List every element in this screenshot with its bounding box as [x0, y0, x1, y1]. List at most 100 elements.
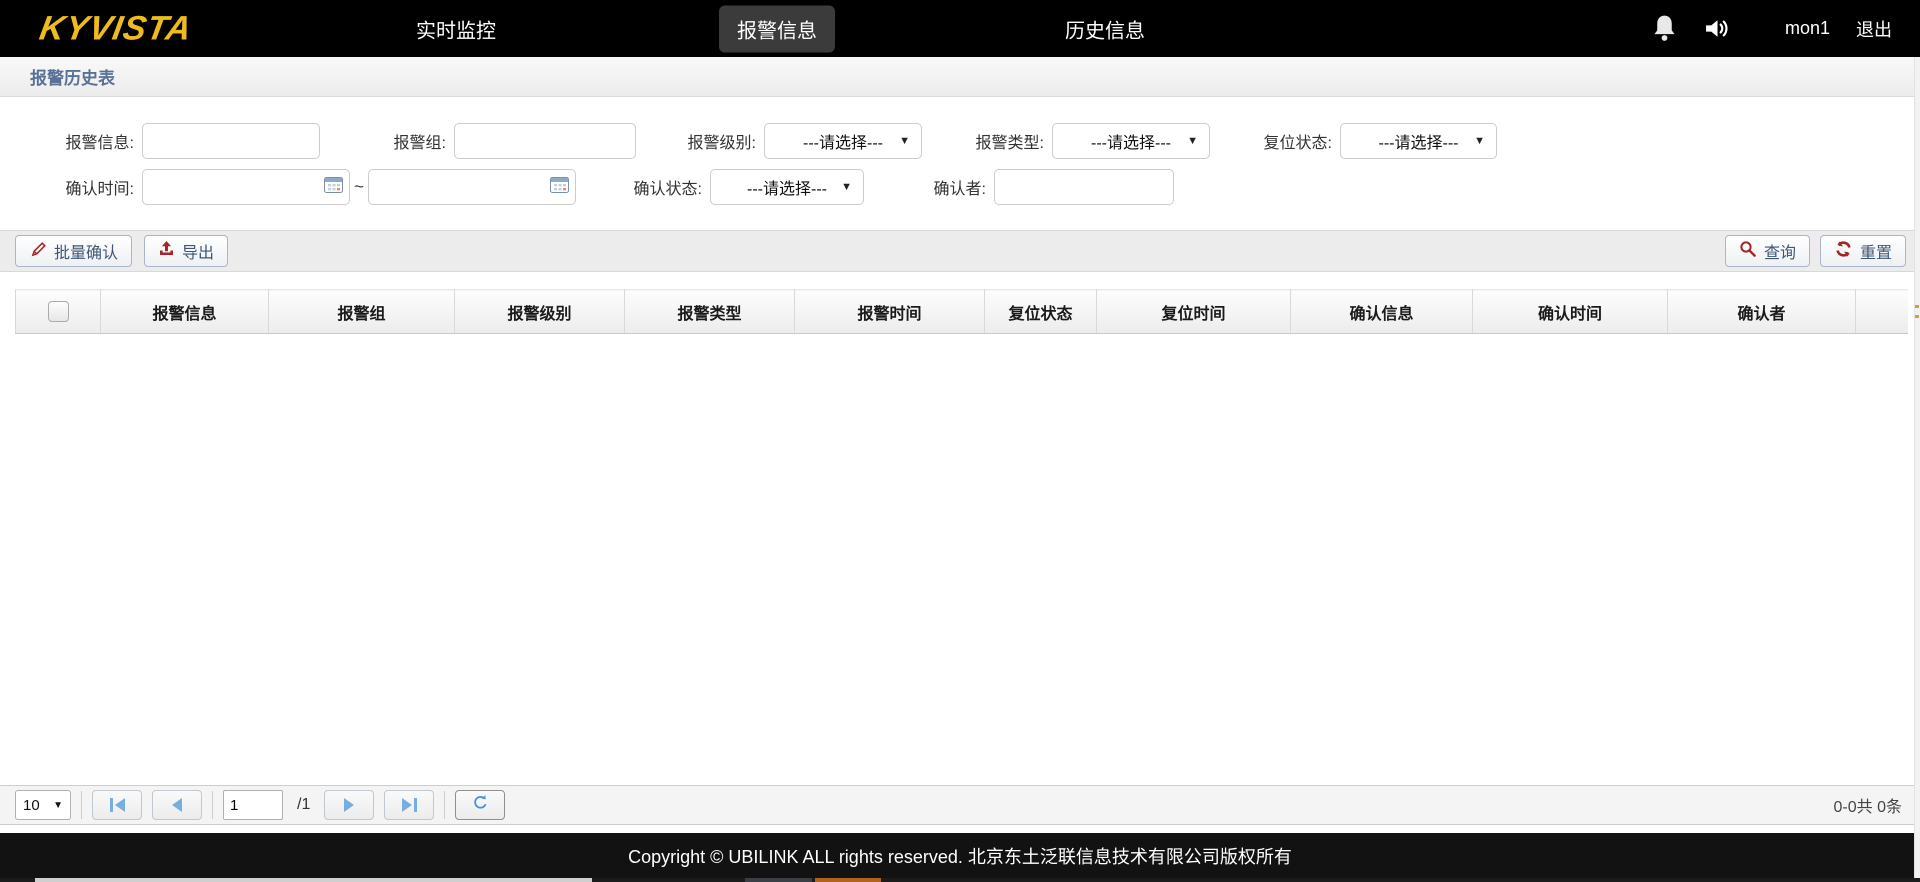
prev-page-button[interactable]: [152, 790, 202, 820]
nav-tab-alarm-info[interactable]: 报警信息: [719, 5, 835, 52]
next-page-icon: [344, 798, 354, 812]
alarm-type-label: 报警类型:: [966, 129, 1044, 153]
bell-icon[interactable]: [1651, 14, 1678, 43]
alarm-history-table: 报警信息 报警组 报警级别 报警类型 报警时间 复位状态 复位时间 确认信息 确…: [15, 289, 1908, 334]
page-number-group: /1: [223, 790, 310, 820]
page-size-group: 10 ▼: [15, 790, 71, 820]
toolbar-right: 查询 重置: [1725, 235, 1906, 267]
batch-confirm-label: 批量确认: [54, 239, 118, 263]
filter-confirm-time: 确认时间: ~: [46, 169, 576, 205]
col-alarm-group: 报警组: [269, 290, 455, 334]
nav-tab-history-info[interactable]: 历史信息: [1047, 5, 1163, 52]
bottom-edge-segment: [815, 878, 881, 882]
copyright-text: Copyright © UBILINK ALL rights reserved.…: [628, 843, 1292, 869]
last-page-icon: [402, 798, 412, 812]
logout-button[interactable]: 退出: [1856, 16, 1892, 42]
col-reset-time: 复位时间: [1097, 290, 1291, 334]
chevron-down-icon: ▼: [841, 181, 852, 193]
total-pages-label: /1: [297, 796, 310, 814]
confirm-time-start-input[interactable]: [142, 169, 350, 205]
speaker-icon[interactable]: [1704, 16, 1731, 41]
page-title: 报警历史表: [30, 64, 115, 89]
spacer: [0, 825, 1920, 833]
page-footer: Copyright © UBILINK ALL rights reserved.…: [0, 833, 1920, 878]
page-back-group: [92, 790, 202, 820]
scrollbar-marker: [1915, 315, 1919, 318]
reset-button[interactable]: 重置: [1820, 235, 1906, 267]
confirm-status-select-value: ---请选择---: [747, 175, 827, 199]
bottom-edge-strip: [0, 878, 1920, 882]
chevron-down-icon: ▼: [1187, 135, 1198, 147]
col-confirmer: 确认者: [1668, 290, 1856, 334]
col-confirm-time: 确认时间: [1473, 290, 1668, 334]
filter-row-2: 确认时间: ~ 确认状态: ---请选择--- ▼ 确认: [0, 169, 1920, 205]
alarm-info-label: 报警信息:: [46, 129, 134, 153]
confirm-status-select[interactable]: ---请选择--- ▼: [710, 169, 864, 205]
col-empty: [1856, 290, 1909, 334]
alarm-type-select-value: ---请选择---: [1091, 129, 1171, 153]
username-label: mon1: [1785, 18, 1830, 39]
alarm-level-select-value: ---请选择---: [803, 129, 883, 153]
alarm-group-input[interactable]: [454, 123, 636, 159]
chevron-down-icon: ▼: [1474, 135, 1485, 147]
last-page-button[interactable]: [384, 790, 434, 820]
alarm-type-select[interactable]: ---请选择--- ▼: [1052, 123, 1210, 159]
confirm-time-end-input[interactable]: [368, 169, 576, 205]
page-forward-group: [324, 790, 434, 820]
col-alarm-info: 报警信息: [101, 290, 269, 334]
next-page-button[interactable]: [324, 790, 374, 820]
date-range-separator: ~: [350, 177, 368, 197]
col-confirm-info: 确认信息: [1291, 290, 1473, 334]
select-all-checkbox[interactable]: [48, 301, 69, 322]
confirm-status-label: 确认状态:: [622, 175, 702, 199]
chevron-down-icon: ▼: [899, 135, 910, 147]
pagination-divider: [444, 791, 445, 819]
query-button[interactable]: 查询: [1725, 235, 1810, 267]
page-size-value: 10: [23, 797, 40, 814]
pagination-divider: [212, 791, 213, 819]
batch-confirm-button[interactable]: 批量确认: [15, 235, 132, 267]
brand-logo: KYVISTA: [37, 9, 196, 48]
reload-table-button[interactable]: [455, 790, 505, 820]
reset-status-select-value: ---请选择---: [1379, 129, 1459, 153]
first-page-button[interactable]: [92, 790, 142, 820]
confirmer-input[interactable]: [994, 169, 1174, 205]
col-alarm-type: 报警类型: [625, 290, 795, 334]
nav-tab-realtime-monitor[interactable]: 实时监控: [398, 5, 514, 52]
bottom-edge-segment: [745, 878, 812, 882]
top-navbar: KYVISTA 实时监控 报警信息 历史信息 mon1 退出: [0, 0, 1920, 57]
alarm-info-input[interactable]: [142, 123, 320, 159]
vertical-scrollbar-track[interactable]: [1914, 57, 1920, 878]
filter-reset-status: 复位状态: ---请选择--- ▼: [1254, 123, 1497, 159]
filter-alarm-group: 报警组:: [380, 123, 636, 159]
pagination-divider: [81, 791, 82, 819]
chevron-down-icon: ▼: [53, 800, 63, 811]
confirm-time-label: 确认时间:: [46, 175, 134, 199]
col-alarm-level: 报警级别: [455, 290, 625, 334]
confirm-time-start-field: [142, 169, 350, 205]
reset-status-select[interactable]: ---请选择--- ▼: [1340, 123, 1497, 159]
col-alarm-time: 报警时间: [795, 290, 985, 334]
confirmer-label: 确认者:: [920, 175, 986, 199]
hscrollbar-thumb[interactable]: [35, 878, 592, 882]
calendar-icon[interactable]: [324, 176, 343, 198]
export-button[interactable]: 导出: [144, 235, 228, 267]
upload-icon: [158, 240, 175, 262]
page-size-select[interactable]: 10 ▼: [15, 790, 71, 820]
scrollbar-marker: [1915, 305, 1919, 308]
filter-alarm-info: 报警信息:: [46, 123, 320, 159]
filter-confirmer: 确认者:: [920, 169, 1174, 205]
calendar-icon[interactable]: [550, 176, 569, 198]
confirm-time-end-field: [368, 169, 576, 205]
breadcrumb-bar: 报警历史表: [0, 57, 1920, 97]
page-number-input[interactable]: [223, 790, 283, 820]
filter-alarm-level: 报警级别: ---请选择--- ▼: [680, 123, 922, 159]
alarm-level-select[interactable]: ---请选择--- ▼: [764, 123, 922, 159]
refresh-icon: [1834, 240, 1853, 263]
reset-label: 重置: [1860, 239, 1892, 263]
reload-icon: [472, 794, 489, 816]
col-reset-status: 复位状态: [985, 290, 1097, 334]
filter-alarm-type: 报警类型: ---请选择--- ▼: [966, 123, 1210, 159]
reset-status-label: 复位状态:: [1254, 129, 1332, 153]
table-header-row: 报警信息 报警组 报警级别 报警类型 报警时间 复位状态 复位时间 确认信息 确…: [16, 290, 1909, 334]
